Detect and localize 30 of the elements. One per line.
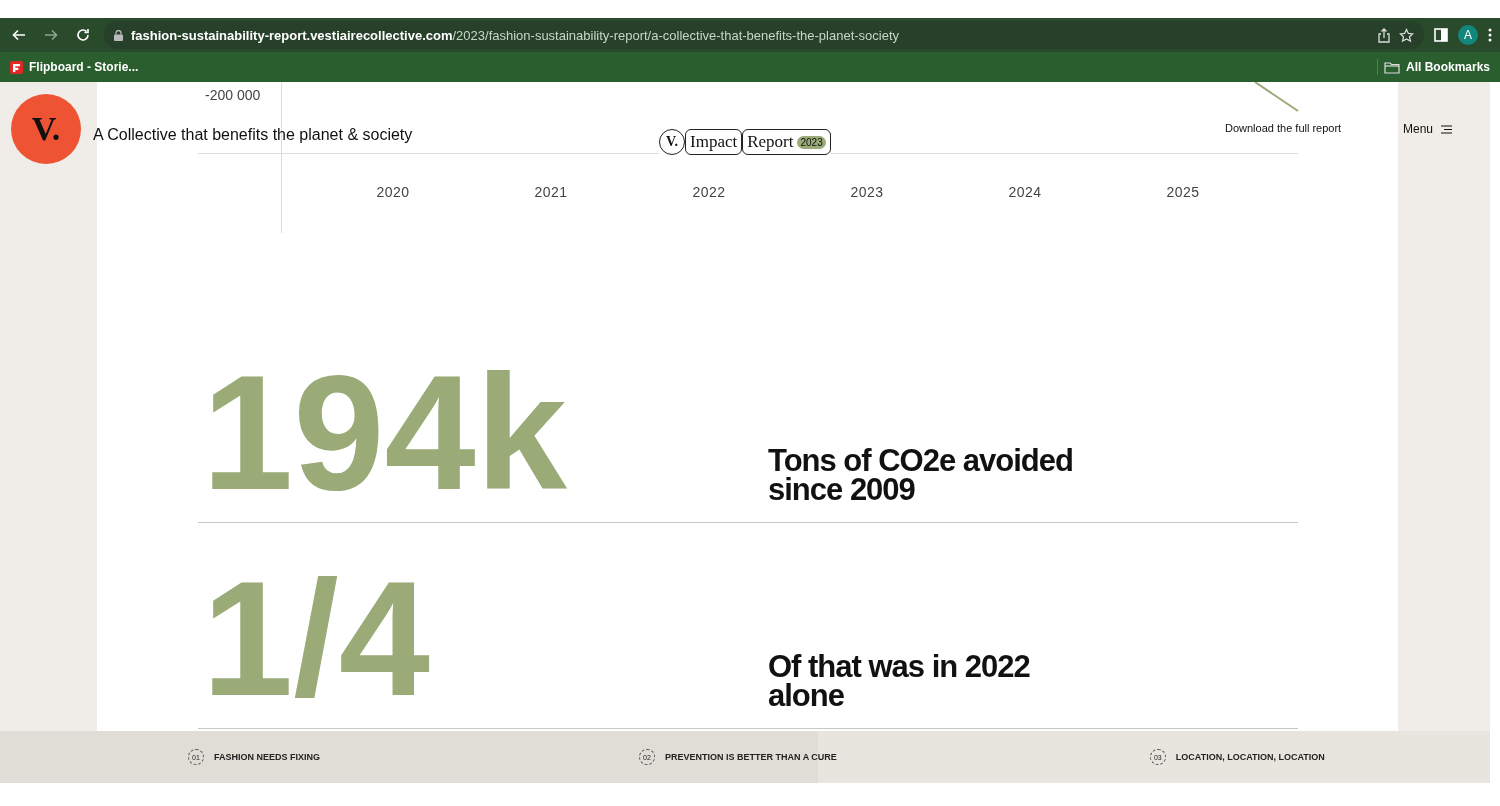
url-text: fashion-sustainability-report.vestiairecollective.com/2023/fashion-sustainability-report/a-collective-that-benefits-the-planet-society [131,27,900,43]
leader-line [1254,82,1300,112]
all-bookmarks-button[interactable]: All Bookmarks [1383,60,1490,74]
more-menu-icon[interactable] [1488,28,1492,42]
stat-caption: Of that was in 2022 alone [768,652,1031,710]
star-icon[interactable] [1399,27,1414,43]
axis-year-label: 2022 [691,184,727,200]
bookmark-favicon-icon [10,60,23,74]
bookmark-item[interactable]: Flipboard - Storie... [10,60,139,74]
axis-year-label: 2023 [849,184,885,200]
side-panel-icon[interactable] [1434,28,1448,42]
folder-icon [1383,60,1400,74]
download-report-link[interactable]: Download the full report [1225,122,1342,134]
impact-report-logo[interactable]: V. Impact Report 2023 [659,129,831,155]
address-bar[interactable]: fashion-sustainability-report.vestiairecollective.com/2023/fashion-sustainability-report/a-collective-that-benefits-the-planet-society [104,21,1424,49]
stat-number: 1/4 [202,554,431,724]
axis-year-label: 2021 [533,184,569,200]
menu-icon [1441,124,1453,134]
stat-number: 194k [202,348,568,518]
section-title: A Collective that benefits the planet & society [93,126,413,144]
axis-year-label: 2020 [375,184,411,200]
share-icon[interactable] [1377,27,1391,43]
stat-caption: Tons of CO2e avoided since 2009 [768,446,1074,504]
menu-button[interactable]: Menu [1403,122,1453,136]
axis-tick-label: -200 000 [205,87,261,103]
profile-avatar[interactable]: A [1458,25,1478,45]
axis-year-label: 2025 [1165,184,1201,200]
lock-icon [114,29,123,41]
forward-arrow-icon [43,27,59,43]
axis-year-label: 2024 [1007,184,1043,200]
